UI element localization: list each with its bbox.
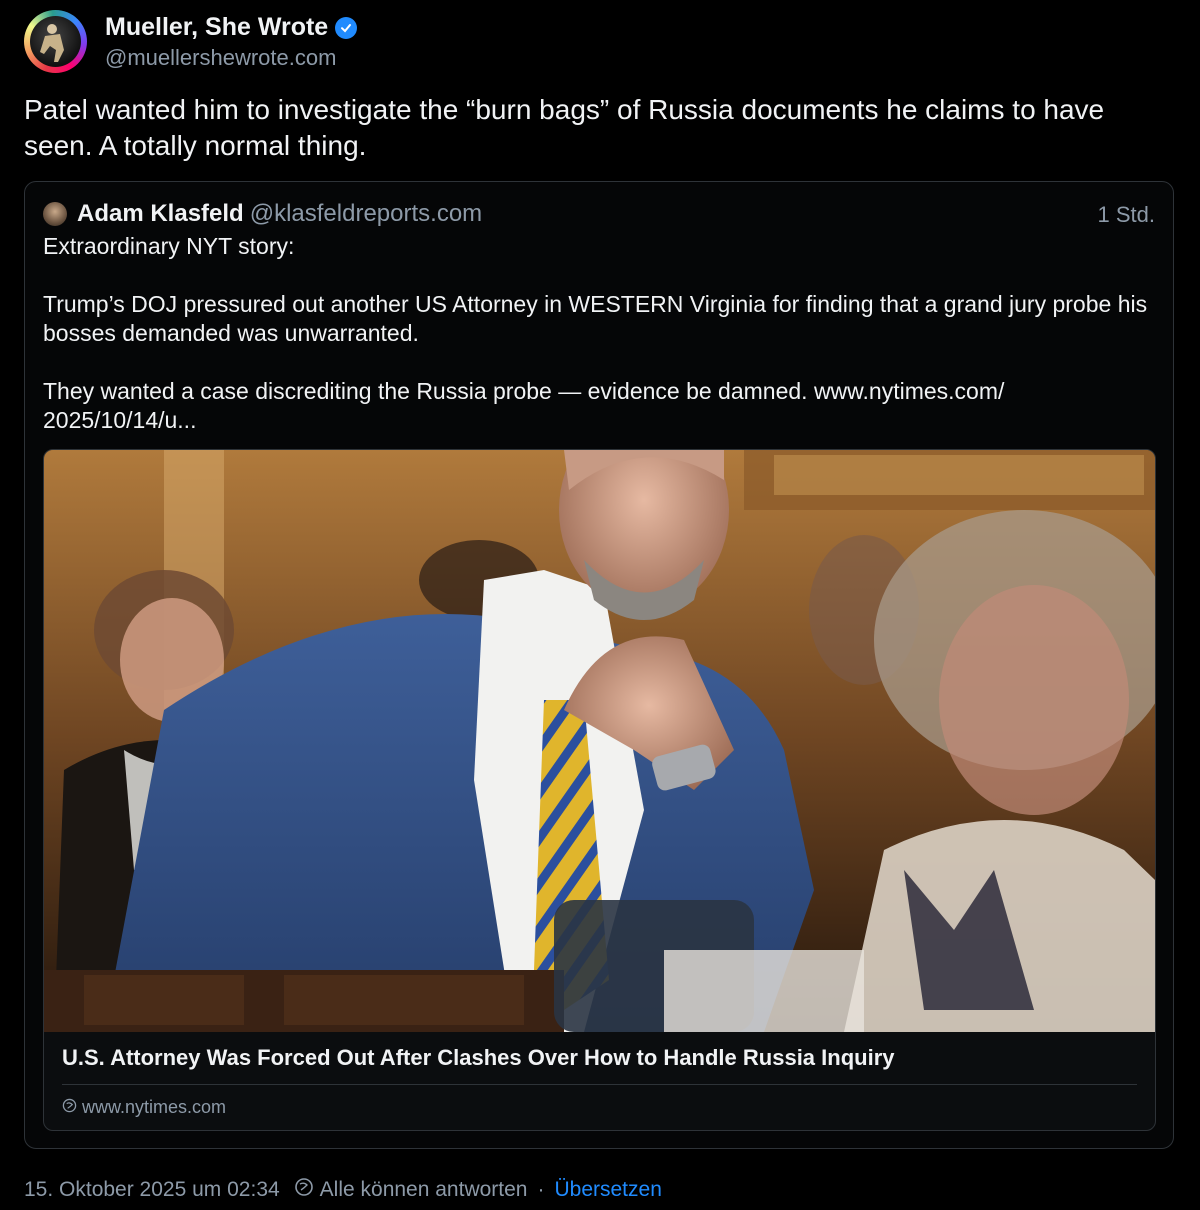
translate-link[interactable]: Übersetzen xyxy=(554,1178,661,1202)
quoted-text-line: Trump’s DOJ pressured out another US Att… xyxy=(43,291,1148,346)
link-card-title[interactable]: U.S. Attorney Was Forced Out After Clash… xyxy=(62,1045,1137,1071)
meta-separator: · xyxy=(537,1178,545,1201)
reply-settings-icon xyxy=(294,1177,314,1203)
quoted-post-text: Extraordinary NYT story: Trump’s DOJ pre… xyxy=(43,232,1153,435)
author-name-text[interactable]: Mueller, She Wrote xyxy=(105,13,328,42)
reply-settings[interactable]: Alle können antworten xyxy=(294,1177,528,1203)
author-name[interactable]: Mueller, She Wrote xyxy=(105,13,358,42)
link-card[interactable]: U.S. Attorney Was Forced Out After Clash… xyxy=(43,449,1156,1131)
post-text: Patel wanted him to investigate the “bur… xyxy=(24,94,1105,161)
quoted-post[interactable]: Adam Klasfeld @klasfeldreports.com 1 Std.… xyxy=(24,181,1174,1149)
quoted-text-line: They wanted a case discrediting the Russ… xyxy=(43,378,1005,433)
post-timestamp: 15. Oktober 2025 um 02:34 xyxy=(24,1178,280,1201)
quoted-author[interactable]: Adam Klasfeld @klasfeldreports.com xyxy=(77,200,482,228)
post-meta: 15. Oktober 2025 um 02:34 Alle können an… xyxy=(24,1177,662,1203)
reply-settings-label[interactable]: Alle können antworten xyxy=(320,1178,528,1202)
link-card-domain[interactable]: www.nytimes.com xyxy=(62,1097,226,1118)
verified-badge-icon xyxy=(335,16,358,39)
quoted-author-avatar[interactable] xyxy=(43,202,67,226)
link-card-divider xyxy=(62,1084,1137,1085)
quoted-post-time[interactable]: 1 Std. xyxy=(1098,202,1155,228)
link-card-domain-text[interactable]: www.nytimes.com xyxy=(82,1097,226,1118)
quoted-author-handle[interactable]: @klasfeldreports.com xyxy=(250,200,482,227)
quoted-text-line: Extraordinary NYT story: xyxy=(43,233,295,259)
link-card-image[interactable] xyxy=(44,450,1155,1032)
author-handle[interactable]: @muellershewrote.com xyxy=(105,45,336,71)
author-avatar[interactable] xyxy=(24,10,87,73)
quoted-author-name[interactable]: Adam Klasfeld xyxy=(77,200,244,227)
globe-icon xyxy=(62,1097,77,1118)
